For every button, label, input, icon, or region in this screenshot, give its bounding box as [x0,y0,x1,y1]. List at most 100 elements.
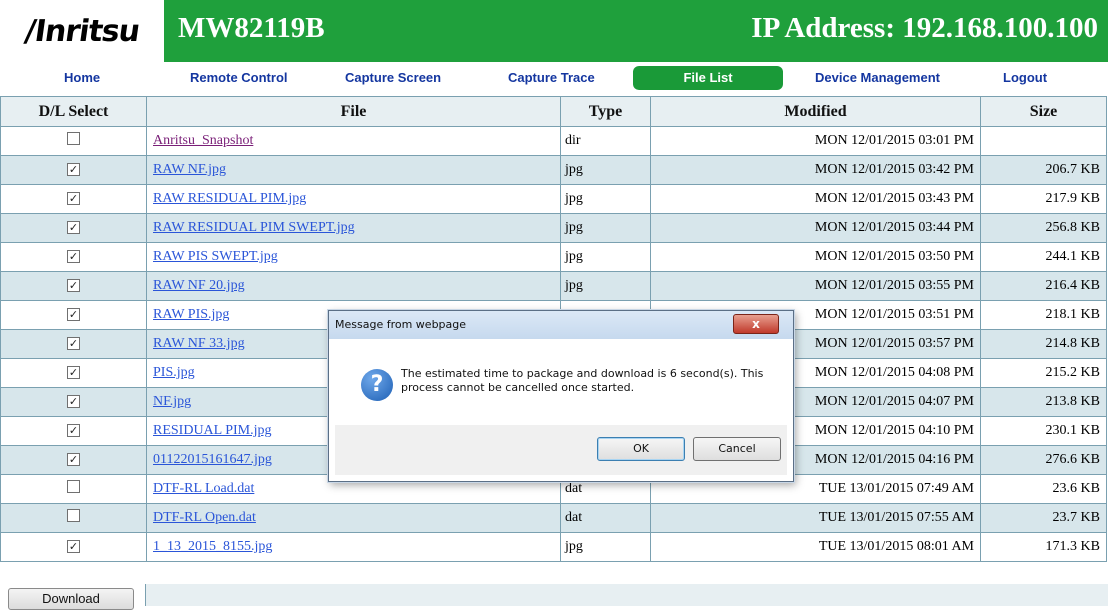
file-link[interactable]: DTF-RL Open.dat [153,510,256,525]
file-cell: 1_13_2015_8155.jpg [146,532,561,562]
modified-cell: MON 12/01/2015 03:43 PM [650,184,981,214]
file-link[interactable]: RAW NF.jpg [153,162,226,177]
file-link[interactable]: DTF-RL Load.dat [153,481,254,496]
table-row: ✓ 1_13_2015_8155.jpg jpg TUE 13/01/2015 08:… [0,532,1107,562]
header-banner: MW82119B IP Address: 192.168.100.100 [164,0,1108,62]
table-footer: Download [0,584,1108,610]
checkbox-checked[interactable]: ✓ [67,192,80,205]
close-icon[interactable]: x [733,314,779,334]
size-cell: 23.6 KB [980,474,1107,504]
ip-address: IP Address: 192.168.100.100 [751,12,1098,44]
file-link[interactable]: RESIDUAL PIM.jpg [153,423,272,438]
checkbox-checked[interactable]: ✓ [67,279,80,292]
col-header-type: Type [560,96,651,127]
select-cell: ✓ [0,300,147,330]
file-link[interactable]: RAW NF 33.jpg [153,336,245,351]
modified-cell: MON 12/01/2015 03:01 PM [650,126,981,156]
size-cell: 217.9 KB [980,184,1107,214]
select-cell: ✓ [0,445,147,475]
size-cell [980,126,1107,156]
file-cell: RAW PIS SWEPT.jpg [146,242,561,272]
checkbox-unchecked[interactable] [67,480,80,493]
select-cell [0,474,147,504]
cancel-button[interactable]: Cancel [693,437,781,461]
checkbox-checked[interactable]: ✓ [67,250,80,263]
size-cell: 214.8 KB [980,329,1107,359]
question-icon: ? [361,369,393,401]
select-cell: ✓ [0,358,147,388]
select-cell: ✓ [0,155,147,185]
file-cell: RAW NF 20.jpg [146,271,561,301]
select-cell: ✓ [0,242,147,272]
file-link[interactable]: PIS.jpg [153,365,195,380]
logo-text: /Inritsu [22,13,142,49]
size-cell: 256.8 KB [980,213,1107,243]
col-header-select: D/L Select [0,96,147,127]
file-link[interactable]: RAW RESIDUAL PIM.jpg [153,191,306,206]
table-row: ✓ RAW RESIDUAL PIM.jpg jpg MON 12/01/2015 0… [0,184,1107,214]
size-cell: 206.7 KB [980,155,1107,185]
file-link[interactable]: RAW NF 20.jpg [153,278,245,293]
dialog-titlebar[interactable]: Message from webpage x [329,311,793,339]
file-link[interactable]: Anritsu_Snapshot [153,133,253,148]
select-cell: ✓ [0,184,147,214]
checkbox-unchecked[interactable] [67,132,80,145]
nav-capture-screen[interactable]: Capture Screen [345,70,441,85]
type-cell: jpg [560,242,651,272]
checkbox-checked[interactable]: ✓ [67,395,80,408]
checkbox-checked[interactable]: ✓ [67,163,80,176]
table-header-row: D/L Select File Type Modified Size [0,96,1107,127]
table-row: ✓ RAW PIS SWEPT.jpg jpg MON 12/01/2015 03:5… [0,242,1107,272]
table-row: ✓ RAW NF.jpg jpg MON 12/01/2015 03:42 PM 206… [0,155,1107,185]
modified-cell: TUE 13/01/2015 07:55 AM [650,503,981,533]
type-cell: jpg [560,213,651,243]
checkbox-checked[interactable]: ✓ [67,540,80,553]
col-header-file: File [146,96,561,127]
checkbox-checked[interactable]: ✓ [67,424,80,437]
select-cell: ✓ [0,532,147,562]
checkbox-unchecked[interactable] [67,509,80,522]
download-cell: Download [0,584,146,610]
ok-button[interactable]: OK [597,437,685,461]
dialog-body: ? The estimated time to package and down… [335,339,787,425]
nav-logout[interactable]: Logout [1003,70,1047,85]
download-button[interactable]: Download [8,588,134,610]
file-link[interactable]: RAW PIS SWEPT.jpg [153,249,278,264]
file-link[interactable]: 1_13_2015_8155.jpg [153,539,272,554]
modified-cell: MON 12/01/2015 03:44 PM [650,213,981,243]
file-cell: RAW NF.jpg [146,155,561,185]
checkbox-checked[interactable]: ✓ [67,308,80,321]
nav-remote-control[interactable]: Remote Control [190,70,288,85]
size-cell: 213.8 KB [980,387,1107,417]
nav-file-list[interactable]: File List [633,66,783,90]
size-cell: 171.3 KB [980,532,1107,562]
file-link[interactable]: RAW RESIDUAL PIM SWEPT.jpg [153,220,355,235]
device-model: MW82119B [178,12,325,44]
table-row: DTF-RL Open.dat dat TUE 13/01/2015 07:55 A… [0,503,1107,533]
select-cell: ✓ [0,213,147,243]
select-cell: ✓ [0,329,147,359]
footer-fill [146,584,1108,606]
type-cell: jpg [560,532,651,562]
file-link[interactable]: RAW PIS.jpg [153,307,229,322]
checkbox-checked[interactable]: ✓ [67,221,80,234]
nav-home[interactable]: Home [64,70,100,85]
nav-capture-trace[interactable]: Capture Trace [508,70,595,85]
type-cell: jpg [560,271,651,301]
file-cell: Anritsu_Snapshot [146,126,561,156]
select-cell: ✓ [0,271,147,301]
select-cell: ✓ [0,387,147,417]
dialog-title: Message from webpage [335,318,467,331]
modified-cell: MON 12/01/2015 03:50 PM [650,242,981,272]
size-cell: 216.4 KB [980,271,1107,301]
checkbox-checked[interactable]: ✓ [67,366,80,379]
size-cell: 218.1 KB [980,300,1107,330]
file-link[interactable]: 01122015161647.jpg [153,452,272,467]
nav-device-management[interactable]: Device Management [815,70,940,85]
size-cell: 23.7 KB [980,503,1107,533]
type-cell: dat [560,503,651,533]
table-row: Anritsu_Snapshot dir MON 12/01/2015 03:01 … [0,126,1107,156]
checkbox-checked[interactable]: ✓ [67,453,80,466]
file-link[interactable]: NF.jpg [153,394,191,409]
checkbox-checked[interactable]: ✓ [67,337,80,350]
